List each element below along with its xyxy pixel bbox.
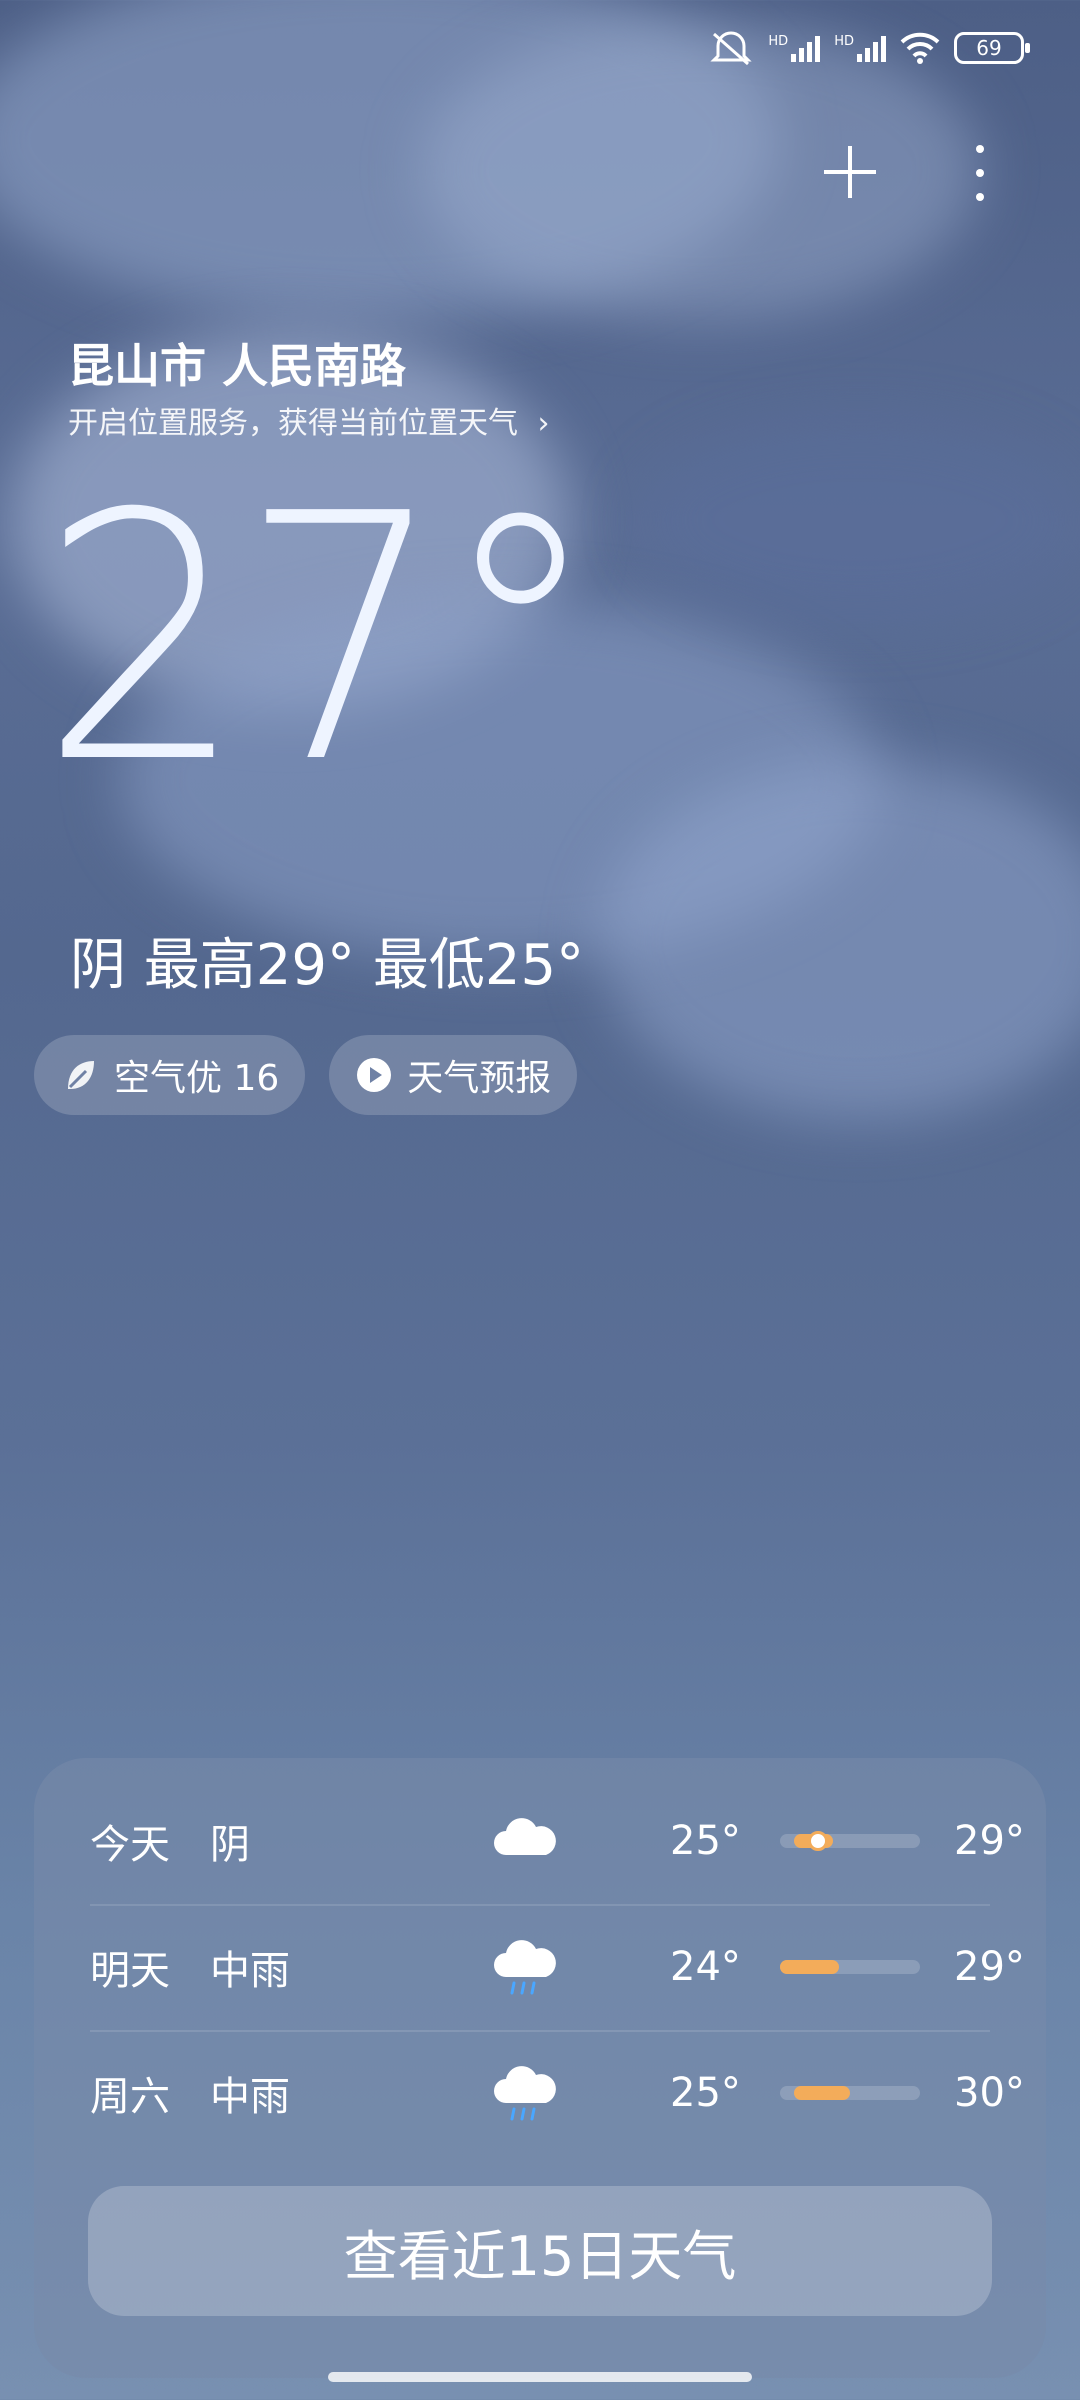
forecast-day: 今天: [90, 1822, 170, 1868]
battery-level: 69: [976, 36, 1002, 60]
signal-2: HD: [834, 34, 886, 62]
more-menu-button[interactable]: [960, 145, 1000, 201]
wifi-icon: [900, 32, 940, 64]
dot-icon: [976, 169, 984, 177]
weather-forecast-chip[interactable]: 天气预报: [329, 1035, 578, 1115]
status-icons: HD HD 69: [708, 28, 1030, 68]
chevron-right-icon: ›: [537, 406, 550, 441]
temperature-range-fill: [794, 2086, 850, 2100]
rain-icon: [490, 2063, 560, 2123]
current-temperature: 27°: [40, 442, 601, 838]
temperature-range-bar: [780, 1831, 920, 1851]
forecast-condition: 中雨: [210, 2074, 290, 2120]
view-15-day-button[interactable]: 查看近15日天气: [88, 2186, 992, 2316]
temperature-range-bar: [780, 1960, 920, 1974]
view-15-day-label: 查看近15日天气: [343, 2224, 737, 2288]
forecast-row[interactable]: 明天 中雨 24° 29°: [90, 1904, 1025, 2030]
temperature-range-fill: [780, 1960, 839, 1974]
info-chips: 空气优 16 天气预报: [34, 1035, 578, 1115]
temperature-summary: 阴 最高29° 最低25°: [70, 933, 585, 998]
forecast-high: 29°: [954, 1944, 1025, 1990]
forecast-low: 24°: [670, 1944, 741, 1990]
forecast-low: 25°: [670, 1818, 741, 1864]
play-icon: [357, 1058, 392, 1092]
temperature-range-bar: [780, 2086, 920, 2100]
home-indicator[interactable]: [328, 2372, 752, 2382]
forecast-high: 30°: [954, 2070, 1025, 2116]
forecast-label: 天气预报: [407, 1058, 552, 1099]
air-quality-chip[interactable]: 空气优 16: [34, 1035, 306, 1115]
battery-icon: 69: [954, 32, 1030, 64]
forecast-row[interactable]: 周六 中雨 25° 30°: [90, 2030, 1025, 2156]
forecast-card: 今天 阴 25° 29° 明天 中雨 24° 29° 周六 中雨 25° 30°…: [34, 1758, 1046, 2378]
forecast-condition: 中雨: [210, 1948, 290, 1994]
location-service-link[interactable]: 开启位置服务，获得当前位置天气 ›: [68, 398, 550, 442]
location-hint-text: 开启位置服务，获得当前位置天气: [68, 406, 518, 441]
dot-icon: [976, 145, 984, 153]
add-city-button[interactable]: [820, 142, 880, 202]
forecast-condition: 阴: [210, 1822, 250, 1868]
mute-icon: [710, 31, 753, 66]
signal-1: HD: [768, 34, 821, 62]
forecast-row[interactable]: 今天 阴 25° 29°: [90, 1778, 1025, 1904]
rain-icon: [490, 1937, 560, 1997]
leaf-icon: [68, 1061, 94, 1089]
dot-icon: [976, 193, 984, 201]
cloud-icon: [490, 1811, 560, 1871]
forecast-high: 29°: [954, 1818, 1025, 1864]
air-quality-label: 空气优 16: [114, 1058, 280, 1099]
location-title: 昆山市 人民南路: [68, 339, 407, 393]
forecast-day: 周六: [90, 2074, 170, 2120]
status-bar: HD HD 69: [0, 0, 1080, 100]
signal-icon: [857, 34, 886, 62]
forecast-day: 明天: [90, 1948, 170, 1994]
forecast-low: 25°: [670, 2070, 741, 2116]
signal-icon: [791, 34, 821, 62]
current-temp-marker: [808, 1831, 828, 1851]
